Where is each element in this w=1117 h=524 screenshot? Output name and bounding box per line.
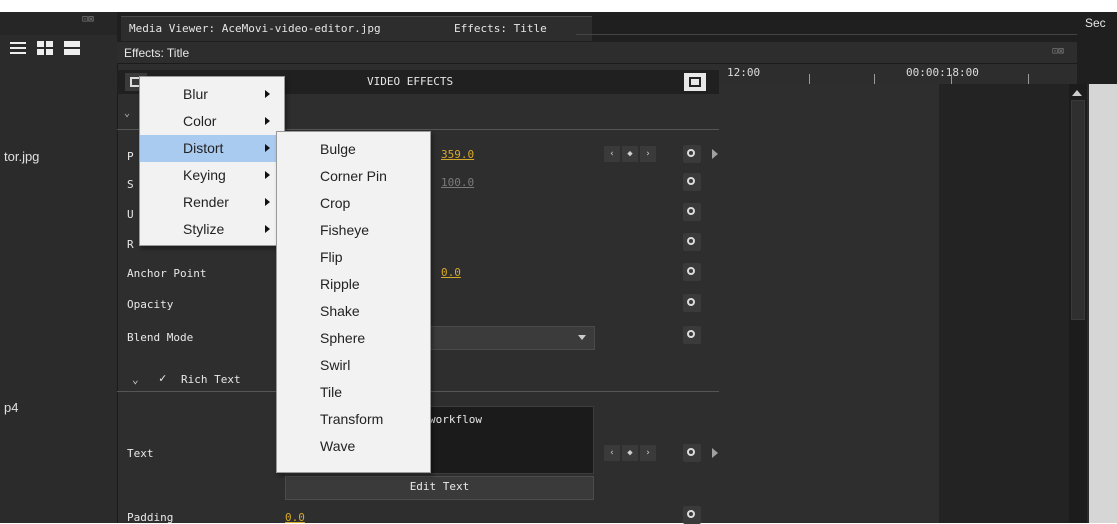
blend-mode-label: Blend Mode bbox=[127, 331, 194, 344]
prev-keyframe-button[interactable]: ‹ bbox=[604, 146, 620, 162]
add-keyframe-button[interactable]: ◆ bbox=[622, 445, 638, 461]
padding-label: Padding bbox=[127, 511, 174, 524]
menu-item-flip[interactable]: Flip bbox=[277, 244, 428, 271]
menu-item-render[interactable]: Render bbox=[140, 189, 282, 216]
rich-text-label: Rich Text bbox=[181, 373, 241, 386]
animate-clock-icon[interactable] bbox=[683, 233, 701, 251]
panel-title: Effects: Title bbox=[124, 46, 190, 60]
animate-clock-icon[interactable] bbox=[683, 173, 701, 191]
expand-arrow-icon[interactable] bbox=[712, 149, 718, 159]
edit-text-button[interactable]: Edit Text bbox=[285, 476, 594, 500]
menu-item-shake[interactable]: Shake bbox=[277, 298, 428, 325]
text-content: workflow bbox=[429, 413, 482, 426]
position-value[interactable]: 359.0 bbox=[441, 148, 474, 161]
scale-value[interactable]: 100.0 bbox=[441, 176, 474, 189]
right-header-label: Sec bbox=[1085, 16, 1106, 30]
submenu-arrow-icon bbox=[265, 144, 270, 152]
rich-text-checkbox[interactable]: ✓ bbox=[159, 371, 166, 385]
project-list: tor.jpg p4 bbox=[0, 59, 117, 523]
menu-item-distort[interactable]: Distort bbox=[140, 135, 282, 162]
tab-divider bbox=[576, 34, 1077, 35]
menu-item-swirl[interactable]: Swirl bbox=[277, 352, 428, 379]
timeline-track[interactable] bbox=[719, 84, 939, 523]
menu-item-sphere[interactable]: Sphere bbox=[277, 325, 428, 352]
view-toolbar bbox=[0, 35, 117, 59]
ruler-time-label: 00:00:18:00 bbox=[906, 66, 979, 79]
next-keyframe-button[interactable]: › bbox=[640, 146, 656, 162]
remove-effect-icon[interactable] bbox=[684, 73, 706, 91]
anchor-point-value[interactable]: 0.0 bbox=[441, 266, 461, 279]
list-view-icon[interactable] bbox=[10, 40, 26, 56]
submenu-arrow-icon bbox=[265, 90, 270, 98]
effects-category-menu: Blur Color Distort Keying Render Stylize bbox=[139, 76, 285, 246]
ruler-time-label: 12:00 bbox=[727, 66, 761, 79]
text-label: Text bbox=[127, 447, 154, 460]
menu-item-blur[interactable]: Blur bbox=[140, 81, 282, 108]
menu-item-wave[interactable]: Wave bbox=[277, 433, 428, 460]
tab-media-viewer[interactable]: Media Viewer: AceMovi-video-editor.jpg bbox=[121, 16, 446, 41]
detail-view-icon[interactable] bbox=[64, 40, 80, 56]
panel-subheader: Effects: Title ⊡⊠ bbox=[117, 42, 1077, 64]
menu-item-fisheye[interactable]: Fisheye bbox=[277, 217, 428, 244]
video-effects-title: VIDEO EFFECTS bbox=[367, 75, 454, 88]
add-keyframe-button[interactable]: ◆ bbox=[622, 146, 638, 162]
keyframe-nav: ‹ ◆ › bbox=[604, 146, 656, 162]
menu-item-transform[interactable]: Transform bbox=[277, 406, 428, 433]
animate-clock-icon[interactable] bbox=[683, 506, 701, 524]
submenu-arrow-icon bbox=[265, 117, 270, 125]
padding-value[interactable]: 0.0 bbox=[285, 511, 305, 524]
panel-float-close-icon[interactable]: ⊡⊠ bbox=[82, 14, 112, 28]
anchor-point-label: Anchor Point bbox=[127, 267, 207, 280]
viewer-edge bbox=[1089, 84, 1117, 523]
chevron-down-icon bbox=[578, 335, 586, 340]
menu-item-bulge[interactable]: Bulge bbox=[277, 136, 428, 163]
next-keyframe-button[interactable]: › bbox=[640, 445, 656, 461]
animate-clock-icon[interactable] bbox=[683, 444, 701, 462]
grid-view-icon[interactable] bbox=[37, 40, 53, 56]
scale-label: S bbox=[127, 178, 134, 191]
animate-clock-icon[interactable] bbox=[683, 294, 701, 312]
submenu-arrow-icon bbox=[265, 198, 270, 206]
menu-item-stylize[interactable]: Stylize bbox=[140, 216, 282, 243]
position-label: P bbox=[127, 150, 134, 163]
rotation-label: R bbox=[127, 238, 134, 251]
animate-clock-icon[interactable] bbox=[683, 263, 701, 281]
top-right-area: Sec bbox=[1077, 12, 1117, 84]
timeline-ruler[interactable]: 12:00 00:00:18:00 bbox=[719, 64, 1089, 84]
collapse-icon[interactable]: ⌄ bbox=[124, 108, 136, 120]
uniform-label: U bbox=[127, 208, 134, 221]
animate-clock-icon[interactable] bbox=[683, 145, 701, 163]
menu-item-tile[interactable]: Tile bbox=[277, 379, 428, 406]
scroll-up-icon[interactable] bbox=[1072, 90, 1082, 96]
opacity-label: Opacity bbox=[127, 298, 174, 311]
scroll-thumb[interactable] bbox=[1071, 100, 1085, 320]
submenu-arrow-icon bbox=[265, 225, 270, 233]
distort-submenu: Bulge Corner Pin Crop Fisheye Flip Rippl… bbox=[276, 131, 431, 473]
tab-effects-title[interactable]: Effects: Title bbox=[446, 16, 592, 41]
list-item[interactable]: p4 bbox=[4, 400, 18, 415]
animate-clock-icon[interactable] bbox=[683, 326, 701, 344]
submenu-arrow-icon bbox=[265, 171, 270, 179]
menu-item-corner-pin[interactable]: Corner Pin bbox=[277, 163, 428, 190]
panel-float-close-icon[interactable]: ⊡⊠ bbox=[1052, 46, 1064, 57]
menu-item-color[interactable]: Color bbox=[140, 108, 282, 135]
menu-item-keying[interactable]: Keying bbox=[140, 162, 282, 189]
prev-keyframe-button[interactable]: ‹ bbox=[604, 445, 620, 461]
menu-item-ripple[interactable]: Ripple bbox=[277, 271, 428, 298]
collapse-icon[interactable]: ⌄ bbox=[132, 373, 139, 386]
expand-arrow-icon[interactable] bbox=[712, 448, 718, 458]
list-item[interactable]: tor.jpg bbox=[4, 149, 39, 164]
blend-mode-select[interactable] bbox=[430, 326, 595, 350]
menu-item-crop[interactable]: Crop bbox=[277, 190, 428, 217]
animate-clock-icon[interactable] bbox=[683, 203, 701, 221]
keyframe-nav: ‹ ◆ › bbox=[604, 445, 656, 461]
timeline-track[interactable] bbox=[939, 84, 1069, 523]
